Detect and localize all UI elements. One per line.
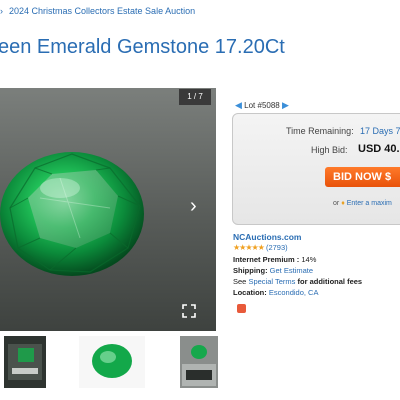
emerald-main-image	[0, 152, 144, 276]
breadcrumb[interactable]: › 2024 Christmas Collectors Estate Sale A…	[0, 6, 195, 16]
next-image-arrow-icon[interactable]: ›	[190, 196, 197, 216]
max-bid-row: or ♦ Enter a maxim	[333, 200, 392, 207]
image-gallery[interactable]	[0, 88, 216, 331]
internet-premium-row: Internet Premium : 14%	[233, 255, 316, 264]
enter-max-bid-link[interactable]: Enter a maxim	[347, 200, 392, 207]
special-terms-link[interactable]: Special Terms	[248, 277, 295, 286]
thumbnail-3[interactable]	[180, 336, 218, 388]
additional-fees-text: for additional fees	[297, 277, 363, 286]
or-text: or	[333, 200, 340, 207]
previous-lot-arrow-icon[interactable]: ◀	[235, 100, 242, 110]
page-title: een Emerald Gemstone 17.20Ct	[0, 36, 285, 58]
share-icon[interactable]	[237, 304, 246, 313]
see-text: See	[233, 277, 247, 286]
bid-now-button[interactable]: BID NOW $	[325, 167, 400, 187]
diamond-icon: ♦	[341, 200, 345, 207]
image-counter: 1 / 7	[179, 89, 211, 105]
lot-navigation: ◀ Lot #5088 ▶	[235, 100, 289, 111]
shipping-row: Shipping: Get Estimate	[233, 266, 313, 275]
thumbnail-2[interactable]	[79, 336, 145, 388]
internet-premium-label: Internet Premium :	[233, 255, 300, 264]
seller-name-link[interactable]: NCAuctions.com	[233, 232, 301, 242]
seller-rating[interactable]: ★★★★★ (2793)	[233, 243, 288, 252]
breadcrumb-separator: ›	[0, 6, 3, 16]
get-estimate-link[interactable]: Get Estimate	[270, 266, 313, 275]
fullscreen-icon[interactable]	[182, 304, 196, 318]
location-value: Escondido, CA	[268, 288, 319, 297]
thumbnail-1[interactable]	[4, 336, 46, 388]
internet-premium-value: 14%	[301, 255, 317, 264]
location-row: Location: Escondido, CA	[233, 288, 318, 297]
rating-count[interactable]: (2793)	[266, 243, 288, 252]
bid-now-label: BID NOW $	[333, 171, 392, 183]
thumbnail-strip	[0, 336, 400, 396]
special-terms-row: See Special Terms for additional fees	[233, 277, 362, 286]
high-bid-value: USD 40.	[358, 143, 400, 155]
next-lot-arrow-icon[interactable]: ▶	[282, 100, 289, 110]
high-bid-label: High Bid:	[311, 145, 348, 155]
breadcrumb-link[interactable]: 2024 Christmas Collectors Estate Sale Au…	[9, 6, 195, 16]
lot-number: Lot #5088	[244, 101, 280, 110]
rating-stars-icon: ★★★★★	[233, 243, 265, 252]
shipping-label: Shipping:	[233, 266, 268, 275]
location-label: Location:	[233, 288, 267, 297]
time-remaining-value: 17 Days 7	[360, 126, 400, 136]
time-remaining-label: Time Remaining:	[286, 126, 354, 136]
